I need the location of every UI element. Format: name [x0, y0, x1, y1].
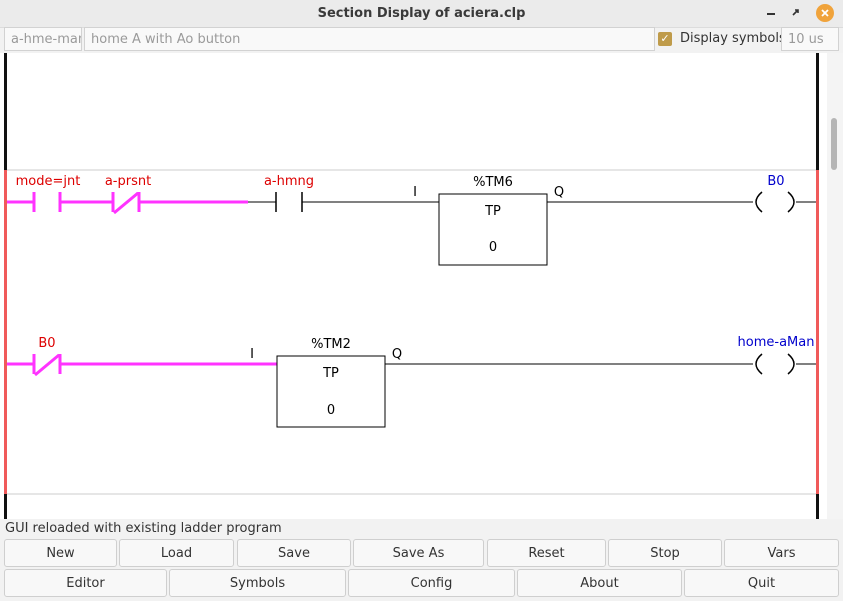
timer-name: %TM6	[473, 175, 513, 190]
timer-tm6[interactable]: %TM6 TP 0 I Q	[413, 175, 564, 266]
symbols-button[interactable]: Symbols	[169, 569, 346, 597]
vars-button[interactable]: Vars	[724, 539, 839, 567]
timer-name: %TM2	[311, 337, 351, 352]
left-power-rail	[4, 170, 7, 494]
right-power-rail	[816, 170, 819, 494]
rung-2: B0 %TM2 TP 0 I Q home-aMan	[7, 335, 816, 428]
coil-b0[interactable]: B0	[755, 174, 816, 213]
new-button[interactable]: New	[4, 539, 117, 567]
coil-label: B0	[767, 174, 784, 189]
config-button[interactable]: Config	[348, 569, 515, 597]
cycle-time-field[interactable]: 10 us	[781, 27, 839, 51]
section-name-field[interactable]: a-hme-man	[4, 27, 82, 51]
checkbox-checked-icon[interactable]: ✓	[658, 32, 672, 46]
quit-button[interactable]: Quit	[684, 569, 839, 597]
coil-home-aman[interactable]: home-aMan	[738, 335, 816, 375]
rung-1: mode=jnt a-prsnt a-hmng %TM6 TP 0 I Q B0	[7, 174, 816, 266]
right-rail-bottom	[816, 494, 819, 519]
timer-value: 0	[489, 240, 497, 255]
contact-mode-jnt[interactable]: mode=jnt	[7, 174, 113, 212]
stop-button[interactable]: Stop	[608, 539, 722, 567]
contact-label: a-prsnt	[105, 174, 151, 189]
timer-type: TP	[484, 204, 501, 219]
editor-button[interactable]: Editor	[4, 569, 167, 597]
coil-label: home-aMan	[738, 335, 815, 350]
save-button[interactable]: Save	[237, 539, 351, 567]
left-rail-top	[4, 53, 7, 170]
load-button[interactable]: Load	[119, 539, 234, 567]
close-icon[interactable]	[816, 4, 834, 22]
display-symbols-label: Display symbols	[680, 31, 786, 46]
window-title: Section Display of aciera.clp	[317, 6, 526, 21]
timer-tm2[interactable]: %TM2 TP 0 I Q	[250, 337, 402, 428]
left-rail-bottom	[4, 494, 7, 519]
vertical-scrollbar[interactable]	[827, 53, 843, 519]
save-as-button[interactable]: Save As	[353, 539, 484, 567]
reset-button[interactable]: Reset	[487, 539, 606, 567]
timer-input-label: I	[413, 185, 417, 200]
about-button[interactable]: About	[517, 569, 682, 597]
status-message: GUI reloaded with existing ladder progra…	[5, 521, 282, 536]
timer-output-label: Q	[554, 185, 564, 200]
contact-label: B0	[38, 336, 55, 351]
title-bar: Section Display of aciera.clp	[0, 0, 843, 28]
contact-a-prsnt[interactable]: a-prsnt	[105, 174, 248, 215]
section-toolbar: a-hme-man home A with Ao button ✓ Displa…	[0, 27, 843, 53]
contact-label: mode=jnt	[16, 174, 81, 189]
contact-a-hmng[interactable]: a-hmng	[248, 174, 439, 212]
timer-type: TP	[322, 366, 339, 381]
right-rail-top	[816, 53, 819, 170]
minimize-icon[interactable]	[762, 4, 780, 22]
maximize-icon[interactable]	[787, 4, 805, 22]
timer-value: 0	[327, 403, 335, 418]
contact-label: a-hmng	[264, 174, 314, 189]
timer-input-label: I	[250, 347, 254, 362]
section-comment-field[interactable]: home A with Ao button	[84, 27, 655, 51]
ladder-canvas[interactable]: mode=jnt a-prsnt a-hmng %TM6 TP 0 I Q B0…	[0, 53, 843, 519]
timer-output-label: Q	[392, 347, 402, 362]
contact-b0[interactable]: B0	[7, 336, 277, 377]
scrollbar-thumb[interactable]	[831, 118, 837, 170]
ladder-diagram: mode=jnt a-prsnt a-hmng %TM6 TP 0 I Q B0…	[4, 53, 819, 519]
